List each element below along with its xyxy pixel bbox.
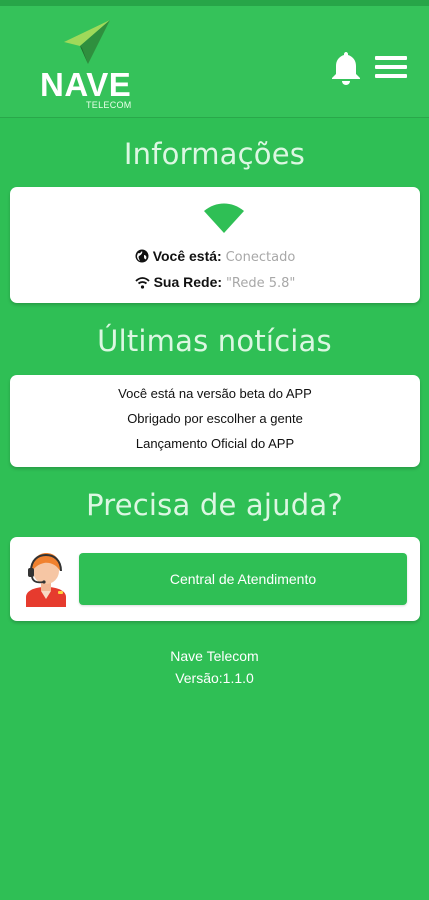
globe-icon xyxy=(135,249,149,263)
connection-status-row: Você está: Conectado xyxy=(10,248,420,265)
paper-plane-logo-icon xyxy=(64,20,110,64)
network-value: "Rede 5.8" xyxy=(225,276,296,291)
news-item: Você está na versão beta do APP xyxy=(118,386,312,401)
footer-company: Nave Telecom xyxy=(170,648,259,664)
logo-wordmark: NAVE xyxy=(40,66,132,103)
logo-subtext: TELECOM xyxy=(86,100,132,110)
help-section-title: Precisa de ajuda? xyxy=(86,488,343,522)
support-center-button[interactable]: Central de Atendimento xyxy=(79,553,407,605)
bell-icon[interactable] xyxy=(330,50,362,86)
wifi-icon xyxy=(134,277,150,289)
support-agent-icon xyxy=(26,553,66,607)
info-section-title: Informações xyxy=(123,137,306,171)
footer-version: Versão:1.1.0 xyxy=(175,670,254,686)
news-item: Obrigado por escolher a gente xyxy=(127,411,303,426)
help-card: Central de Atendimento xyxy=(10,537,420,621)
info-card: Você está: Conectado Sua Rede: "Rede 5.8… xyxy=(10,187,420,303)
hamburger-menu-icon[interactable] xyxy=(375,56,407,78)
network-row: Sua Rede: "Rede 5.8" xyxy=(10,274,420,291)
wifi-signal-icon xyxy=(204,203,244,233)
news-item: Lançamento Oficial do APP xyxy=(135,436,295,451)
nave-telecom-logo: NAVE TELECOM xyxy=(40,18,140,113)
network-label: Sua Rede: xyxy=(153,274,223,290)
news-section-title: Últimas notícias xyxy=(97,324,332,358)
status-label: Você está: xyxy=(152,248,222,264)
news-card: Você está na versão beta do APP Obrigado… xyxy=(10,375,420,467)
app-header: NAVE TELECOM xyxy=(0,6,429,118)
status-value: Conectado xyxy=(225,250,296,265)
